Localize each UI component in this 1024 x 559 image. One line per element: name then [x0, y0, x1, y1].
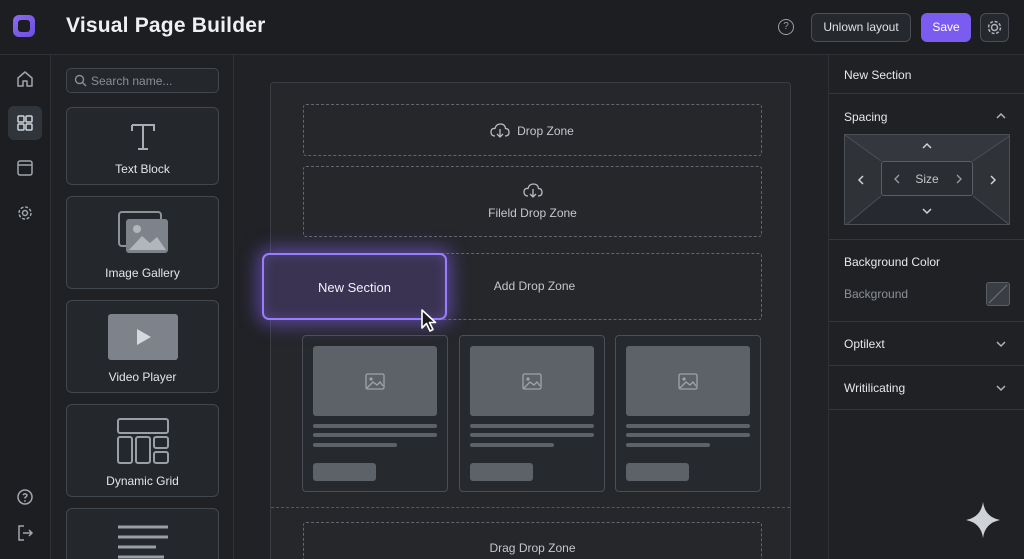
chevron-up-icon[interactable] [922, 142, 932, 150]
search-icon [74, 74, 87, 87]
button-placeholder [626, 463, 689, 481]
layout-button[interactable]: Unlown layout [811, 13, 911, 42]
divider [829, 321, 1024, 322]
divider [829, 93, 1024, 94]
zone-label: Drop Zone [517, 124, 574, 138]
chevron-left-icon[interactable] [857, 175, 865, 185]
widget-text-block[interactable]: Text Block [66, 107, 219, 185]
widget-label: Image Gallery [105, 266, 180, 280]
divider [829, 365, 1024, 366]
drag-drop-zone[interactable]: Drag Drop Zone [303, 522, 762, 559]
cloud-download-icon [523, 183, 543, 198]
sparkle-icon [966, 502, 1000, 538]
page-canvas: Drop Zone Fileld Drop Zone Add Drop Zone [270, 82, 791, 559]
image-icon [678, 372, 698, 390]
layout-grid-icon [117, 418, 169, 464]
settings-button[interactable] [980, 13, 1009, 42]
widget-dynamic-grid[interactable]: Dynamic Grid [66, 404, 219, 497]
background-label: Background [844, 287, 909, 301]
rail-pages[interactable] [8, 151, 42, 185]
gear-icon [18, 206, 32, 220]
rail-settings[interactable] [8, 196, 42, 230]
column-card[interactable] [459, 335, 605, 492]
button-placeholder [470, 463, 533, 481]
drop-zone[interactable]: Drop Zone [303, 104, 762, 156]
text-placeholder [470, 443, 554, 447]
image-placeholder [470, 346, 594, 416]
rail-logout[interactable] [8, 516, 42, 550]
app-header: Visual Page Builder ? Unlown layout Save [0, 0, 1024, 55]
search-box [66, 68, 219, 93]
zone-label: Fileld Drop Zone [488, 206, 577, 220]
no-color-icon [988, 284, 1008, 304]
chevron-up-icon[interactable] [996, 112, 1006, 120]
filled-drop-zone[interactable]: Fileld Drop Zone [303, 166, 762, 237]
text-placeholder [626, 433, 750, 437]
widget-text-lines[interactable] [66, 508, 219, 559]
text-placeholder [626, 443, 710, 447]
writilicating-section-header[interactable]: Writilicating [844, 381, 905, 395]
app-title: Visual Page Builder [66, 14, 266, 37]
widget-label: Video Player [108, 370, 177, 384]
chevron-down-icon[interactable] [996, 384, 1006, 392]
logout-icon [18, 525, 34, 541]
widget-image-gallery[interactable]: Image Gallery [66, 196, 219, 289]
column-card[interactable] [615, 335, 761, 492]
icon-rail [0, 55, 51, 559]
rail-home[interactable] [8, 62, 42, 96]
rail-help[interactable] [8, 480, 42, 514]
home-icon [17, 71, 33, 87]
background-section-header: Background Color [844, 255, 941, 269]
properties-panel: New Section Spacing Size Background Colo… [828, 55, 1024, 559]
image-icon [365, 372, 385, 390]
chevron-down-icon[interactable] [996, 340, 1006, 348]
window-icon [17, 160, 33, 176]
search-input[interactable] [91, 69, 216, 92]
text-lines-icon [118, 525, 168, 559]
gear-icon [987, 20, 1002, 35]
divider [829, 239, 1024, 240]
background-color-swatch[interactable] [986, 282, 1010, 306]
spacing-editor: Size [844, 134, 1010, 225]
zone-label: Drag Drop Zone [489, 541, 576, 555]
column-card[interactable] [302, 335, 448, 492]
text-placeholder [313, 433, 437, 437]
widget-label: Text Block [115, 162, 170, 176]
help-icon [17, 489, 33, 505]
gallery-icon [118, 211, 168, 253]
new-section-label: New Section [318, 280, 391, 295]
divider [829, 409, 1024, 410]
text-placeholder [470, 424, 594, 428]
chevron-right-icon[interactable] [989, 175, 997, 185]
size-control[interactable]: Size [881, 161, 973, 196]
image-placeholder [313, 346, 437, 416]
widget-label: Dynamic Grid [106, 474, 179, 488]
text-placeholder [470, 433, 594, 437]
video-icon [108, 314, 178, 360]
panel-title: New Section [844, 68, 912, 82]
widget-video-player[interactable]: Video Player [66, 300, 219, 393]
grid-icon [17, 115, 33, 131]
image-placeholder [626, 346, 750, 416]
save-button[interactable]: Save [921, 13, 971, 42]
text-icon [131, 124, 155, 150]
text-placeholder [626, 424, 750, 428]
text-placeholder [313, 424, 437, 428]
button-placeholder [313, 463, 376, 481]
image-icon [522, 372, 542, 390]
optilext-section-header[interactable]: Optilext [844, 337, 885, 351]
text-placeholder [313, 443, 397, 447]
spacing-section-header[interactable]: Spacing [844, 110, 887, 124]
app-logo [13, 15, 35, 37]
help-icon[interactable]: ? [778, 19, 794, 35]
chevron-right-icon[interactable] [955, 174, 963, 184]
mouse-cursor-icon [421, 309, 437, 332]
chevron-down-icon[interactable] [922, 207, 932, 215]
widgets-panel: Text Block Image Gallery Video Player Dy… [51, 55, 234, 559]
section-divider [271, 507, 790, 508]
rail-widgets[interactable] [8, 106, 42, 140]
